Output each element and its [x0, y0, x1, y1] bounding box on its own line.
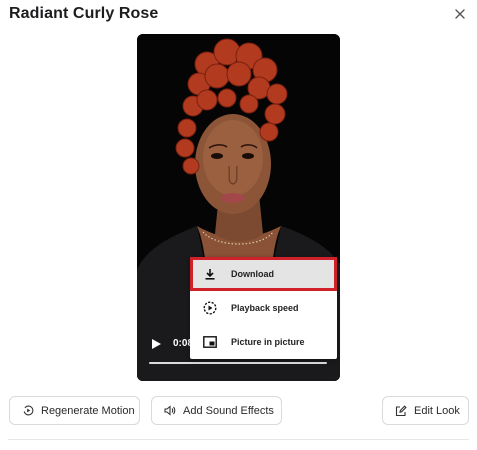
progress-bar[interactable] — [149, 362, 327, 364]
menu-item-label: Playback speed — [231, 303, 299, 313]
footer-divider — [8, 439, 469, 440]
video-context-menu: Download Playback speed Picture in pictu… — [190, 257, 337, 359]
speaker-icon — [164, 405, 176, 417]
edit-icon — [395, 404, 407, 417]
regenerate-motion-label: Regenerate Motion — [41, 404, 135, 417]
add-sound-effects-button[interactable]: Add Sound Effects — [151, 396, 282, 425]
menu-item-label: Download — [231, 269, 274, 279]
menu-item-download[interactable]: Download — [190, 257, 337, 291]
menu-item-playback-speed[interactable]: Playback speed — [190, 291, 337, 325]
dialog-title: Radiant Curly Rose — [9, 5, 159, 22]
regenerate-icon — [22, 405, 34, 417]
menu-item-picture-in-picture[interactable]: Picture in picture — [190, 325, 337, 359]
picture-in-picture-icon — [202, 334, 218, 350]
close-icon — [455, 9, 465, 19]
download-icon — [202, 266, 218, 282]
regenerate-motion-button[interactable]: Regenerate Motion — [9, 396, 140, 425]
close-button[interactable] — [451, 5, 469, 23]
playback-speed-icon — [202, 300, 218, 316]
play-icon[interactable] — [150, 338, 162, 350]
edit-look-button[interactable]: Edit Look — [382, 396, 469, 425]
edit-look-label: Edit Look — [414, 404, 460, 417]
add-sound-effects-label: Add Sound Effects — [183, 404, 274, 417]
menu-item-label: Picture in picture — [231, 337, 305, 347]
